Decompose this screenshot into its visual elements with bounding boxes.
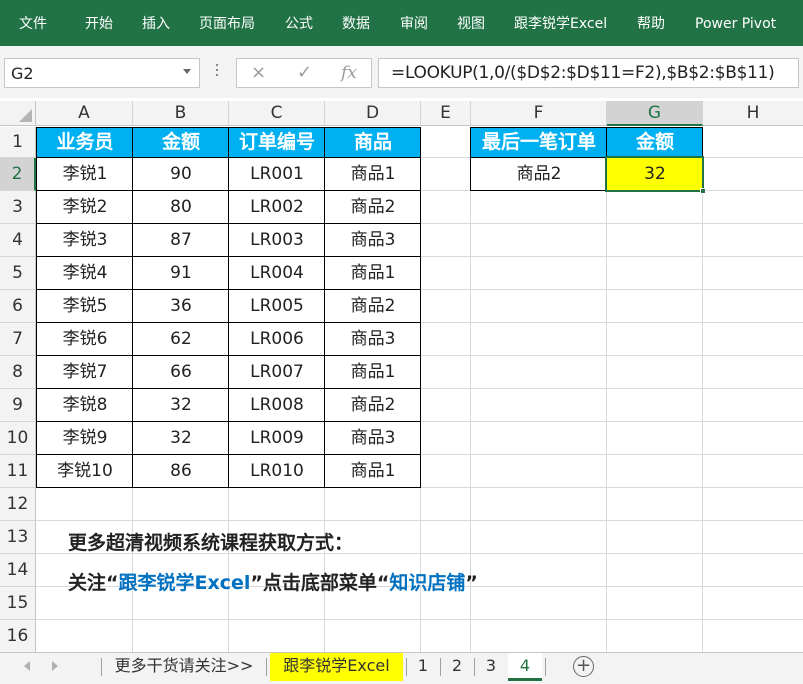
col-header-c[interactable]: C	[229, 101, 325, 126]
promo-highlight-store: 知识店铺	[389, 572, 466, 594]
row-header-1[interactable]: 1	[0, 127, 36, 158]
table-border	[36, 256, 421, 257]
sheet-tab-4[interactable]: 4	[508, 653, 542, 681]
row-header-16[interactable]: 16	[0, 620, 36, 652]
sheet-tab-3[interactable]: 3	[476, 653, 506, 681]
row-header-6[interactable]: 6	[0, 290, 36, 323]
cancel-icon[interactable]: ×	[251, 62, 266, 84]
table-border	[324, 127, 325, 488]
triangle-icon	[19, 109, 32, 122]
row-header-7[interactable]: 7	[0, 323, 36, 356]
chevron-down-icon[interactable]	[183, 69, 191, 74]
worksheet-grid[interactable]: A B C D E F G H 1 2 3 4 5 6 7 8 9 10 11 …	[0, 98, 803, 652]
check-icon[interactable]: ✓	[297, 62, 312, 84]
col-header-g[interactable]: G	[607, 101, 703, 126]
tab-file[interactable]: 文件	[19, 14, 47, 34]
tab-home[interactable]: 开始	[85, 14, 113, 34]
gridline	[36, 619, 803, 620]
promo-text: ”	[465, 572, 478, 594]
col-header-e[interactable]: E	[421, 101, 471, 126]
tab-separator	[406, 658, 407, 676]
table-border	[132, 127, 133, 488]
insert-function-icon[interactable]: fx	[341, 62, 357, 84]
table-border	[36, 388, 421, 389]
scroll-right-icon[interactable]	[52, 661, 58, 671]
table-border	[36, 157, 421, 158]
name-box-value: G2	[11, 64, 34, 83]
tab-data[interactable]: 数据	[342, 14, 370, 34]
tab-formulas[interactable]: 公式	[285, 14, 313, 34]
tab-separator	[266, 658, 267, 676]
col-header-f[interactable]: F	[471, 101, 607, 126]
gridline	[606, 127, 607, 652]
col-header-d[interactable]: D	[325, 101, 421, 126]
sheet-tab-2[interactable]: 2	[442, 653, 472, 681]
tab-custom-excel[interactable]: 跟李锐学Excel	[514, 14, 607, 34]
drag-handle-icon[interactable]	[216, 64, 219, 80]
sheet-tab-excel[interactable]: 跟李锐学Excel	[270, 653, 403, 681]
promo-highlight-excel: 跟李锐学Excel	[118, 572, 251, 594]
formula-text: =LOOKUP(1,0/($D$2:$D$11=F2),$B$2:$B$11)	[391, 63, 775, 83]
table-border	[36, 322, 421, 323]
tab-separator	[440, 658, 441, 676]
gridline	[702, 127, 703, 652]
name-box[interactable]: G2	[4, 58, 200, 88]
col-header-b[interactable]: B	[133, 101, 229, 126]
row-header-8[interactable]: 8	[0, 356, 36, 389]
table-border	[36, 421, 421, 422]
formula-input[interactable]: =LOOKUP(1,0/($D$2:$D$11=F2),$B$2:$B$11)	[378, 58, 799, 88]
ribbon-tab-bar: 文件 开始 插入 页面布局 公式 数据 审阅 视图 跟李锐学Excel 帮助 P…	[0, 0, 803, 46]
table-border	[36, 223, 421, 224]
tab-power-pivot[interactable]: Power Pivot	[695, 14, 776, 34]
row-header-5[interactable]: 5	[0, 257, 36, 290]
row-header-2[interactable]: 2	[0, 158, 36, 191]
select-all-corner[interactable]	[0, 101, 36, 126]
row-header-10[interactable]: 10	[0, 422, 36, 455]
promo-line-2: 关注“跟李锐学Excel”点击底部菜单“知识店铺”	[68, 568, 478, 595]
col-header-a[interactable]: A	[36, 101, 133, 126]
col-header-h[interactable]: H	[703, 101, 803, 126]
table-border	[36, 190, 421, 191]
excel-window: 文件 开始 插入 页面布局 公式 数据 审阅 视图 跟李锐学Excel 帮助 P…	[0, 0, 803, 684]
tab-separator	[545, 658, 546, 676]
tab-separator	[474, 658, 475, 676]
row-header-12[interactable]: 12	[0, 488, 36, 521]
table-border	[36, 454, 421, 455]
promo-line-1: 更多超清视频系统课程获取方式：	[68, 532, 354, 554]
row-header-4[interactable]: 4	[0, 224, 36, 257]
row-header-13[interactable]: 13	[0, 521, 36, 554]
tab-view[interactable]: 视图	[457, 14, 485, 34]
sheet-tab-1[interactable]: 1	[408, 653, 438, 681]
sheet-tab-bar: 更多干货请关注>> 跟李锐学Excel 1 2 3 4 +	[0, 652, 803, 684]
table-border	[36, 355, 421, 356]
promo-text: ”点击底部菜单“	[250, 572, 390, 594]
row-header-15[interactable]: 15	[0, 587, 36, 620]
add-sheet-icon[interactable]: +	[573, 656, 594, 677]
tab-page-layout[interactable]: 页面布局	[199, 14, 255, 34]
tab-review[interactable]: 审阅	[400, 14, 428, 34]
formula-buttons: × ✓ fx	[236, 58, 372, 88]
row-header-3[interactable]: 3	[0, 191, 36, 224]
promo-text: 关注“	[68, 572, 119, 594]
row-header-11[interactable]: 11	[0, 455, 36, 488]
gridline	[36, 520, 803, 521]
active-cell-selection	[605, 156, 704, 192]
tab-help[interactable]: 帮助	[637, 14, 665, 34]
formula-bar-area: G2 × ✓ fx =LOOKUP(1,0/($D$2:$D$11=F2),$B…	[0, 46, 803, 98]
table-border	[228, 127, 229, 488]
scroll-left-icon[interactable]	[24, 661, 30, 671]
row-header-14[interactable]: 14	[0, 554, 36, 587]
fill-handle[interactable]	[700, 188, 706, 194]
sheet-tab-follow[interactable]: 更多干货请关注>>	[104, 653, 264, 681]
table-border	[36, 289, 421, 290]
tab-insert[interactable]: 插入	[142, 14, 170, 34]
tab-separator	[101, 658, 102, 676]
row-header-9[interactable]: 9	[0, 389, 36, 422]
